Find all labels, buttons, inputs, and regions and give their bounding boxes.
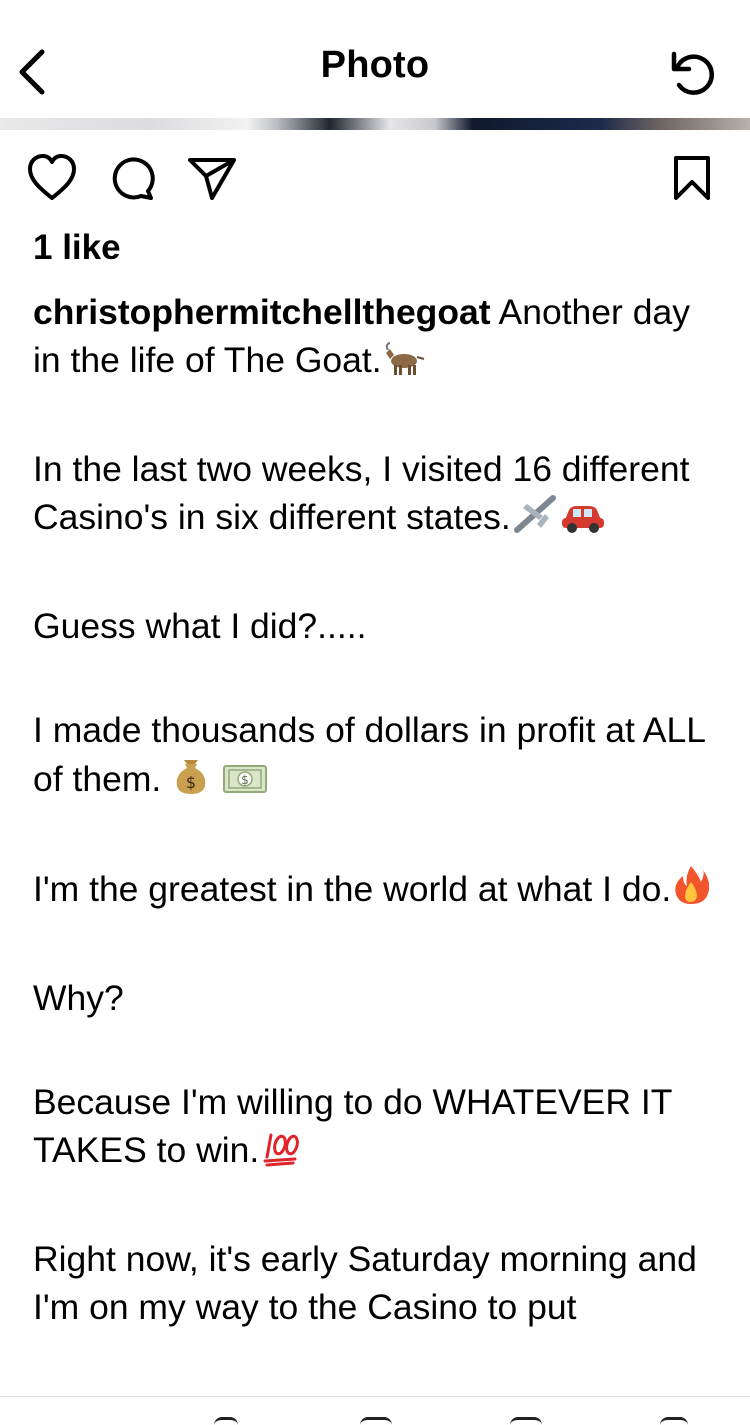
paper-plane-icon <box>188 158 236 200</box>
caption-paragraph: Right now, it's early Saturday morning a… <box>33 1235 723 1331</box>
search-tab-icon[interactable] <box>214 1417 238 1425</box>
caption-text: I made thousands of dollars in profit at… <box>33 710 705 799</box>
profile-tab-icon[interactable] <box>660 1417 688 1425</box>
car-emoji <box>559 498 607 546</box>
page-title: Photo <box>320 44 430 86</box>
caption-paragraph: I'm the greatest in the world at what I … <box>33 864 723 918</box>
caption-text: Guess what I did?..... <box>33 606 367 646</box>
dollar-banknote-emoji: $ <box>221 760 269 808</box>
goat-emoji <box>384 341 428 389</box>
username-link[interactable]: christophermitchellthegoat <box>33 292 491 332</box>
hundred-points-emoji <box>261 1127 301 1179</box>
save-button[interactable] <box>664 148 720 208</box>
post-photo[interactable] <box>0 118 750 130</box>
heart-icon <box>28 154 76 200</box>
top-navigation-bar: Photo <box>0 0 750 118</box>
post-caption: christophermitchellthegoat Another day i… <box>33 288 723 1387</box>
refresh-icon <box>671 51 714 95</box>
shop-tab-icon[interactable] <box>510 1417 542 1425</box>
caption-paragraph: Why? <box>33 974 723 1022</box>
bottom-tab-bar <box>0 1397 750 1425</box>
like-button[interactable] <box>24 148 80 208</box>
money-bag-emoji: $ <box>173 754 209 808</box>
airplane-emoji <box>513 494 557 546</box>
svg-text:$: $ <box>186 773 196 792</box>
caption-text: I'm the greatest in the world at what I … <box>33 869 672 909</box>
caption-text: Why? <box>33 978 124 1018</box>
comment-button[interactable] <box>104 148 160 208</box>
likes-count[interactable]: 1 like <box>33 228 121 268</box>
post-action-bar <box>0 148 750 208</box>
caption-paragraph: christophermitchellthegoat Another day i… <box>33 288 723 389</box>
caption-text: Right now, it's early Saturday morning a… <box>33 1239 697 1327</box>
caption-text: Because I'm willing to do WHATEVER IT TA… <box>33 1082 672 1170</box>
caption-paragraph: In the last two weeks, I visited 16 diff… <box>33 445 723 546</box>
caption-paragraph: I made thousands of dollars in profit at… <box>33 706 723 808</box>
comment-bubble-icon <box>112 157 155 200</box>
caption-paragraph: Because I'm willing to do WHATEVER IT TA… <box>33 1078 723 1179</box>
svg-text:$: $ <box>241 773 249 787</box>
share-button[interactable] <box>184 148 240 208</box>
bookmark-icon <box>674 156 710 200</box>
fire-emoji <box>673 864 710 918</box>
refresh-button[interactable] <box>664 46 722 102</box>
reels-tab-icon[interactable] <box>360 1417 392 1425</box>
caption-paragraph: Guess what I did?..... <box>33 602 723 650</box>
